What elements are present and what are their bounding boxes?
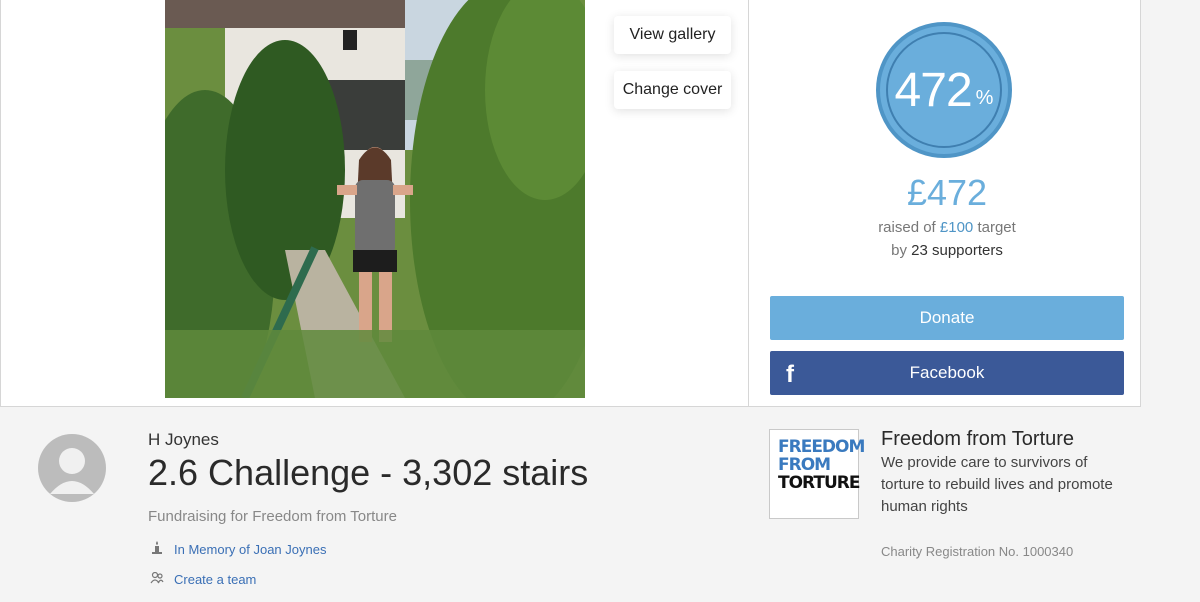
target-amount: £100 <box>939 219 974 236</box>
supporters-prefix: by <box>891 242 907 259</box>
supporters-line: by 23 supporters <box>770 242 1124 259</box>
team-icon <box>148 571 166 587</box>
candle-icon <box>148 541 166 557</box>
fundraising-for: Fundraising for Freedom from Torture <box>148 508 397 525</box>
charity-logo-line-3: TORTURE <box>778 473 860 493</box>
in-memory-label: In Memory of Joan Joynes <box>174 541 327 557</box>
avatar-placeholder-icon <box>50 448 94 494</box>
page-title: 2.6 Challenge - 3,302 stairs <box>148 452 589 493</box>
supporters-count: 23 supporters <box>911 242 1003 259</box>
target-suffix: target <box>977 219 1016 236</box>
amount-raised: £472 <box>906 172 988 213</box>
create-team-link[interactable]: Create a team <box>148 571 257 587</box>
page-owner: H Joynes <box>148 430 219 449</box>
view-gallery-button[interactable]: View gallery <box>614 16 731 54</box>
charity-logo[interactable]: FREEDOM FROM TORTURE <box>769 429 865 519</box>
progress-ring: 472 % <box>876 22 1012 158</box>
raised-prefix: raised of <box>878 219 936 236</box>
charity-name[interactable]: Freedom from Torture <box>881 428 1074 451</box>
avatar <box>38 434 106 502</box>
donate-button[interactable]: Donate <box>770 296 1124 340</box>
charity-description: We provide care to survivors of torture … <box>881 454 1113 515</box>
create-team-label: Create a team <box>174 572 257 587</box>
facebook-icon: f <box>786 361 794 388</box>
charity-logo-line-1: FREEDOM <box>778 437 865 457</box>
target-line: raised of £100 target <box>770 219 1124 236</box>
in-memory-link[interactable]: In Memory of Joan Joynes <box>148 541 326 557</box>
change-cover-button[interactable]: Change cover <box>614 71 731 109</box>
facebook-share-button[interactable]: f Facebook <box>770 351 1124 395</box>
charity-registration: Charity Registration No. 1000340 <box>881 544 1074 559</box>
progress-ring-inner: 472 % <box>886 32 1002 148</box>
facebook-label: Facebook <box>909 363 985 382</box>
progress-percent-symbol: % <box>975 86 994 109</box>
panel-divider <box>748 0 749 406</box>
progress-percent: 472 <box>894 63 973 117</box>
charity-logo-line-2: FROM <box>778 455 831 475</box>
cover-photo <box>165 0 585 398</box>
